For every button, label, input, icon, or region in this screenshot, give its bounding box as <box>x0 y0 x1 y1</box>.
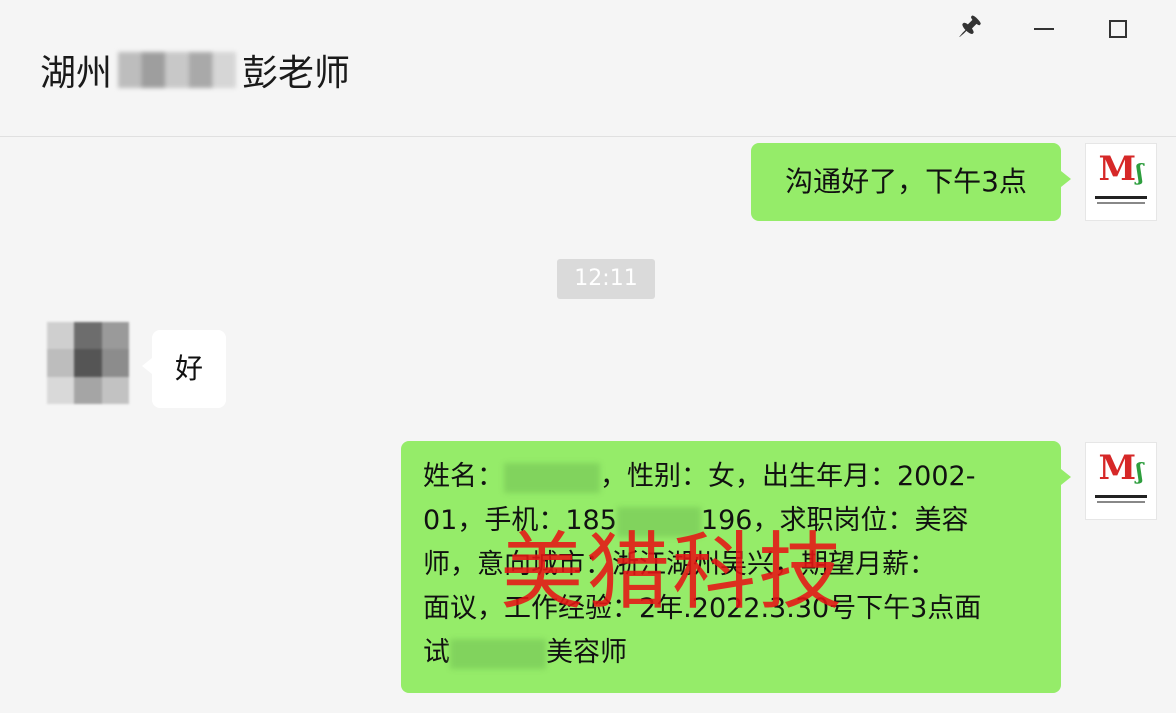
self-avatar[interactable]: Mʃ <box>1085 442 1157 520</box>
message-timestamp: 12:11 <box>557 259 655 299</box>
contact-avatar[interactable] <box>47 322 129 404</box>
redacted-name-mosaic <box>118 52 237 88</box>
minimize-icon[interactable] <box>1024 12 1064 46</box>
logo-icon: Mʃ <box>1098 448 1144 488</box>
message-text: 好 <box>174 352 203 385</box>
chat-header: 湖州 彭老师 🖈 <box>0 0 1176 137</box>
message-text: 沟通好了，下午3点 <box>785 165 1027 198</box>
message-bubble-outgoing[interactable]: 姓名： ，性别：女，出生年月：2002- 01，手机：185 196，求职岗位：美容… <box>401 441 1071 693</box>
redacted-name-mosaic <box>504 462 600 493</box>
message-line: 试美容师 <box>423 637 627 669</box>
message-line: 师，意向城市：浙江湖州吴兴，期望月薪： <box>423 549 936 580</box>
message-line: 面议，工作经验：2年.2022.3.30号下午3点面 <box>423 593 982 624</box>
message-line: 01，手机：185 196，求职岗位：美容 <box>423 505 969 537</box>
chat-title: 湖州 彭老师 <box>40 44 350 96</box>
pin-icon[interactable]: 🖈 <box>950 11 990 46</box>
self-avatar[interactable]: Mʃ <box>1085 143 1157 221</box>
logo-icon: Mʃ <box>1098 149 1144 189</box>
redacted-shop-mosaic <box>450 638 546 669</box>
message-bubble-incoming[interactable]: 好 <box>142 330 226 408</box>
message-line: 姓名： ，性别：女，出生年月：2002- <box>423 461 976 493</box>
chat-title-suffix: 彭老师 <box>242 53 351 94</box>
message-bubble-outgoing[interactable]: 沟通好了，下午3点 <box>751 143 1071 221</box>
chat-title-prefix: 湖州 <box>40 53 113 94</box>
maximize-icon[interactable] <box>1098 12 1138 46</box>
redacted-phone-mosaic <box>616 506 701 537</box>
